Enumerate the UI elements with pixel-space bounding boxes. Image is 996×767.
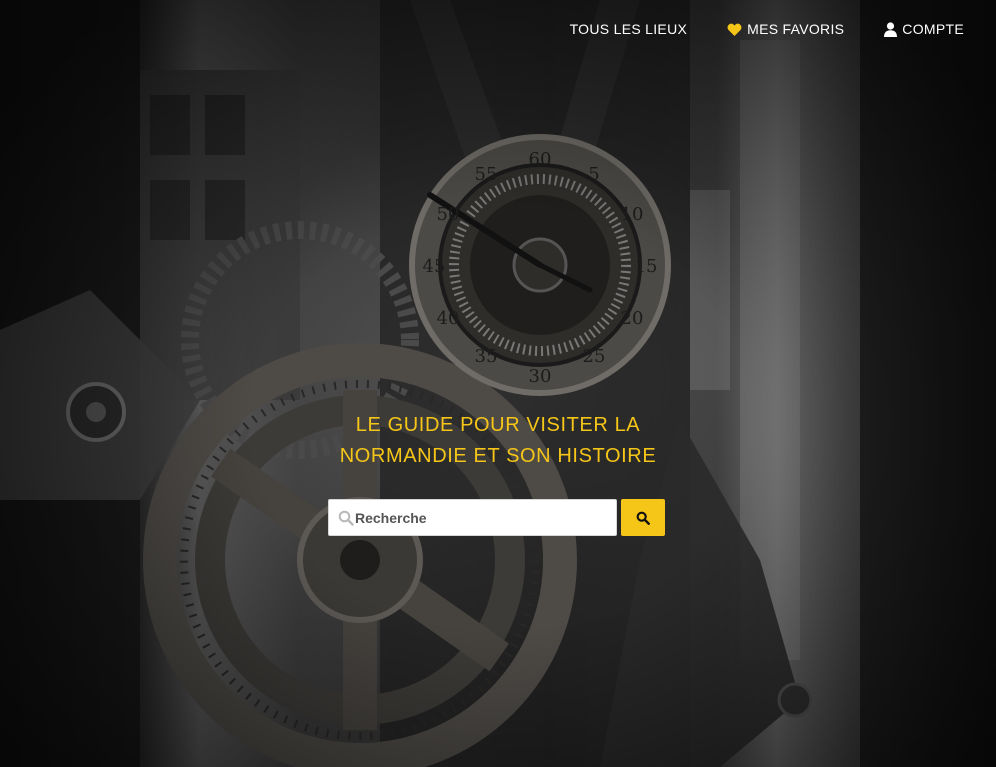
clockwork-background-image: 60 5 10 15 20 25 30 35 40 45 50 55 <box>0 0 996 767</box>
nav-favorites-label: MES FAVORIS <box>747 21 845 37</box>
hero-tagline-line1: LE GUIDE POUR VISITER LA <box>355 414 641 436</box>
hero-tagline: LE GUIDE POUR VISITER LA NORMANDIE ET SO… <box>0 410 996 472</box>
search-input[interactable] <box>329 500 616 535</box>
dial-number: 20 <box>621 308 644 329</box>
nav-account-link[interactable]: COMPTE <box>884 18 964 40</box>
dial-number: 45 <box>423 256 446 277</box>
nav-favorites-link[interactable]: MES FAVORIS <box>727 18 844 40</box>
dial-number: 35 <box>475 346 498 367</box>
nav-all-places-link[interactable]: TOUS LES LIEUX <box>570 18 688 40</box>
dial-number: 50 <box>437 204 460 225</box>
heart-icon <box>727 23 742 36</box>
hero-section: 60 5 10 15 20 25 30 35 40 45 50 55 TOUS … <box>0 0 996 767</box>
nav-all-places-label: TOUS LES LIEUX <box>569 21 688 37</box>
top-navigation: TOUS LES LIEUX MES FAVORIS COMPTE <box>570 18 964 40</box>
dial-number: 55 <box>475 164 498 185</box>
search-form <box>328 499 665 536</box>
search-icon <box>636 511 650 525</box>
dial-number: 60 <box>529 149 552 170</box>
user-icon <box>884 21 898 37</box>
hero-tagline-line2: NORMANDIE ET SON HISTOIRE <box>339 445 657 467</box>
search-field-icon <box>338 510 354 526</box>
dial-number: 5 <box>588 164 599 185</box>
dial-number: 10 <box>621 204 644 225</box>
dial-number: 15 <box>635 256 658 277</box>
nav-account-label: COMPTE <box>902 21 964 37</box>
dial-number: 30 <box>529 366 552 387</box>
dial-number: 25 <box>583 346 606 367</box>
search-box <box>328 499 617 536</box>
search-button[interactable] <box>621 499 665 536</box>
dial-number: 40 <box>437 308 460 329</box>
